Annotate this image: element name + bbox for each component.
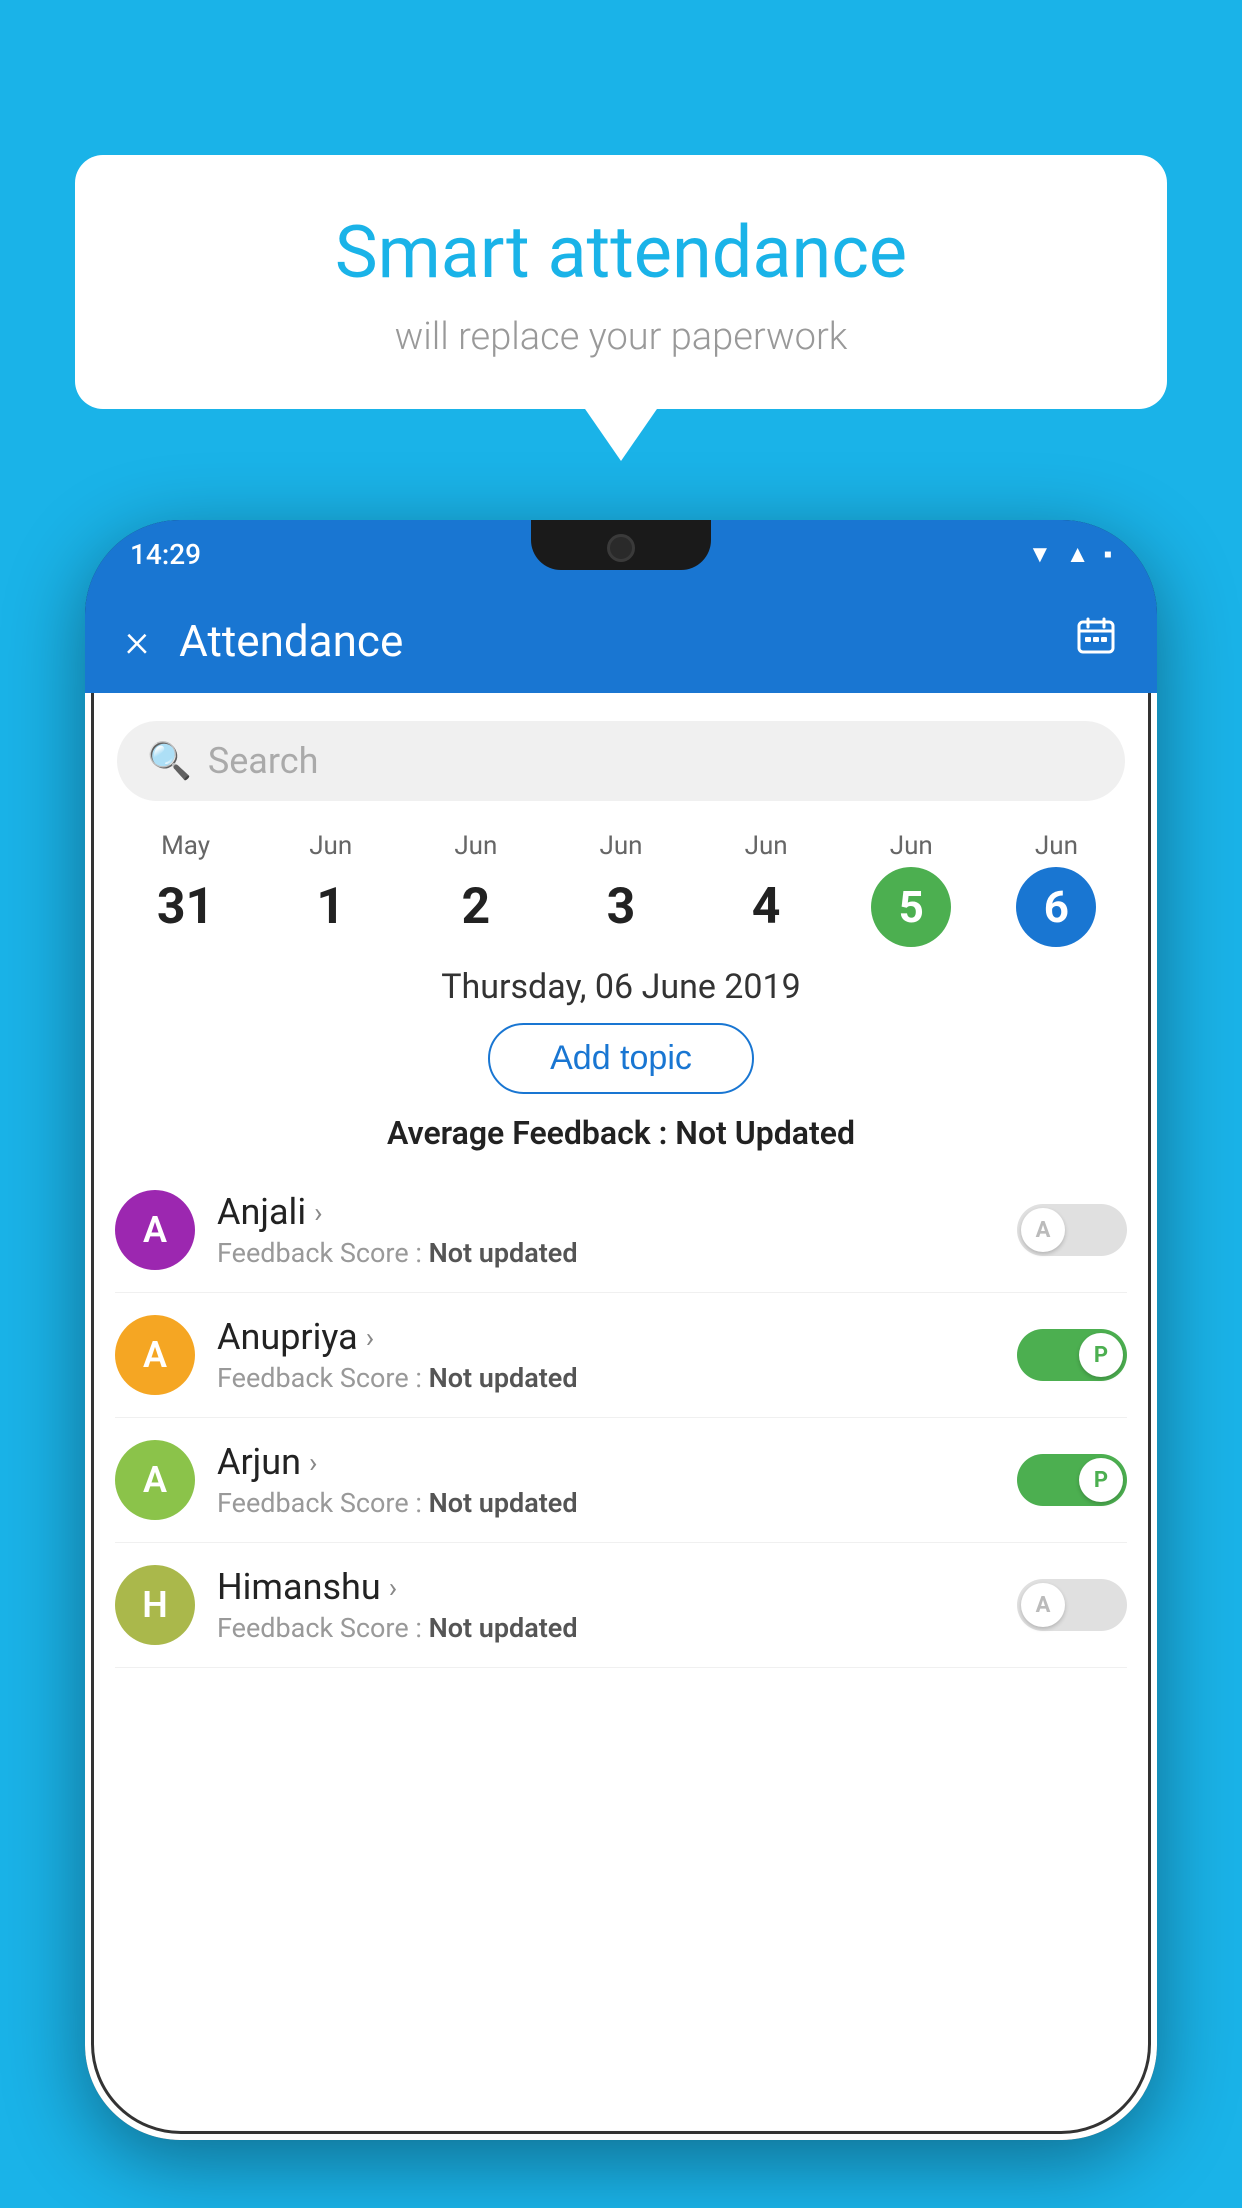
student-item: A Arjun › Feedback Score : Not updatedP [115, 1418, 1127, 1543]
calendar-day-1[interactable]: Jun1 [258, 831, 403, 947]
calendar-day-2[interactable]: Jun2 [403, 831, 548, 947]
attendance-toggle[interactable]: P [1017, 1454, 1127, 1506]
calendar-day-0[interactable]: May31 [113, 831, 258, 947]
student-info: Himanshu › Feedback Score : Not updated [217, 1566, 1017, 1644]
screen-content: 🔍 Search May31Jun1Jun2Jun3Jun4Jun5Jun6 T… [85, 693, 1157, 2140]
phone-frame: 14:29 ▼ ▲ ▪ × Attendance [85, 520, 1157, 2140]
calendar-day-5[interactable]: Jun5 [839, 831, 984, 947]
student-item: A Anupriya › Feedback Score : Not updatedP [115, 1293, 1127, 1418]
student-item: AAnjali ›Feedback Score : Not updatedA [115, 1168, 1127, 1293]
notch [531, 520, 711, 570]
feedback-label: Average Feedback : [387, 1114, 667, 1152]
avatar: A [115, 1315, 195, 1395]
calendar-day-6[interactable]: Jun6 [984, 831, 1129, 947]
feedback-value: Not Updated [675, 1114, 855, 1152]
student-name[interactable]: Anupriya › [217, 1316, 1017, 1358]
feedback-score: Feedback Score : Not updated [217, 1487, 1017, 1519]
speech-bubble: Smart attendance will replace your paper… [75, 155, 1167, 409]
app-bar: × Attendance [85, 588, 1157, 693]
search-placeholder: Search [208, 740, 319, 782]
attendance-toggle[interactable]: A [1017, 1579, 1127, 1631]
attendance-toggle[interactable]: A [1017, 1204, 1127, 1256]
student-name[interactable]: Arjun › [217, 1441, 1017, 1483]
student-item: H Himanshu › Feedback Score : Not updatedA [115, 1543, 1127, 1668]
chevron-right-icon: › [366, 1321, 374, 1354]
avatar: A [115, 1440, 195, 1520]
feedback-score: Feedback Score : Not updated [217, 1612, 1017, 1644]
chevron-right-icon: › [389, 1571, 397, 1604]
status-icons: ▼ ▲ ▪ [1028, 540, 1112, 569]
speech-bubble-container: Smart attendance will replace your paper… [75, 155, 1167, 409]
feedback-score: Feedback Score : Not updated [217, 1362, 1017, 1394]
phone-wrapper: 14:29 ▼ ▲ ▪ × Attendance [85, 520, 1157, 2208]
bubble-subtitle: will replace your paperwork [135, 315, 1107, 359]
student-list: AAnjali ›Feedback Score : Not updatedAAA… [85, 1168, 1157, 1668]
avatar: A [115, 1190, 195, 1270]
chevron-right-icon: › [309, 1446, 317, 1479]
avatar: H [115, 1565, 195, 1645]
add-topic-button[interactable]: Add topic [488, 1023, 754, 1094]
attendance-toggle[interactable]: P [1017, 1329, 1127, 1381]
selected-date: Thursday, 06 June 2019 [85, 967, 1157, 1007]
calendar-day-4[interactable]: Jun4 [694, 831, 839, 947]
student-info: Anjali › Feedback Score : Not updated [217, 1191, 1017, 1269]
feedback-score: Feedback Score : Not updated [217, 1237, 1017, 1269]
signal-icon: ▲ [1066, 540, 1090, 569]
calendar-day-3[interactable]: Jun3 [548, 831, 693, 947]
battery-icon: ▪ [1103, 540, 1112, 569]
student-name[interactable]: Anjali › [217, 1191, 1017, 1233]
calendar-strip: May31Jun1Jun2Jun3Jun4Jun5Jun6 [85, 821, 1157, 947]
feedback-info: Average Feedback : Not Updated [85, 1114, 1157, 1152]
search-icon: 🔍 [147, 740, 192, 782]
status-time: 14:29 [130, 538, 201, 571]
camera [607, 534, 635, 562]
chevron-right-icon: › [314, 1196, 322, 1229]
search-bar[interactable]: 🔍 Search [117, 721, 1125, 801]
close-button[interactable]: × [125, 618, 149, 664]
bubble-title: Smart attendance [135, 210, 1107, 295]
wifi-icon: ▼ [1028, 540, 1052, 569]
calendar-button[interactable] [1075, 615, 1117, 667]
student-info: Anupriya › Feedback Score : Not updated [217, 1316, 1017, 1394]
student-info: Arjun › Feedback Score : Not updated [217, 1441, 1017, 1519]
student-name[interactable]: Himanshu › [217, 1566, 1017, 1608]
app-title: Attendance [179, 615, 1075, 667]
